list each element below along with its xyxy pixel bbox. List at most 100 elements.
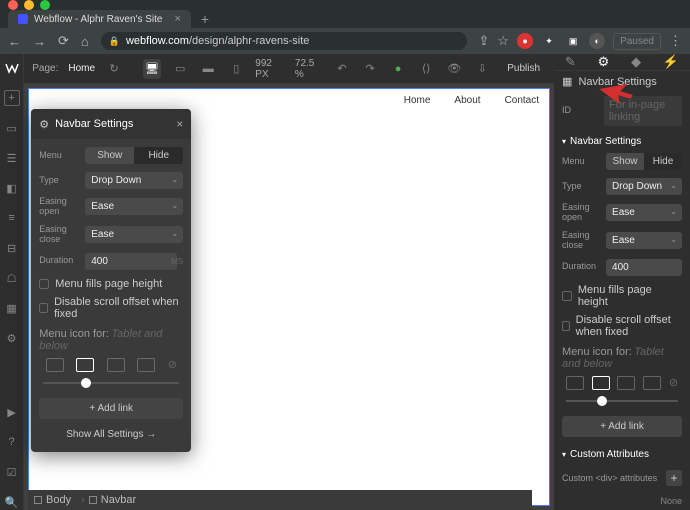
extension-icon-1[interactable]: ● [517,33,533,49]
search-icon[interactable]: 🔍 [4,494,20,510]
device-none-icon[interactable]: ⊘ [168,358,177,372]
fills-label: Menu fills page height [55,278,162,290]
publish-button[interactable]: Publish [501,60,546,77]
rp-duration-label: Duration [562,262,598,272]
avatar-icon[interactable]: ◐ [589,33,605,49]
close-tab-icon[interactable]: × [174,13,180,25]
mobile-landscape-icon[interactable]: ▬ [199,59,217,79]
rp-slider-thumb[interactable] [597,396,607,406]
video-icon[interactable]: ▶ [4,404,20,420]
settings-rail-icon[interactable]: ⚙ [4,330,20,346]
components-icon[interactable]: ◧ [4,180,20,196]
device-tablet-icon[interactable] [76,358,94,372]
forward-button[interactable]: → [33,34,46,49]
menu-icon[interactable]: ⋮ [669,33,682,49]
rp-easing-close-select[interactable]: Ease [606,232,682,249]
navbar-settings-section[interactable]: Navbar Settings [554,130,690,153]
window-max-dot[interactable] [40,0,50,10]
easing-open-select[interactable]: Ease [85,198,183,215]
code-icon[interactable]: ⟨⟩ [417,59,435,79]
canvas[interactable]: Home About Contact ⚙ Navbar Settings × M… [28,88,550,506]
add-element-icon[interactable]: + [4,90,20,106]
canvas-width[interactable]: 992 PX [255,58,285,80]
easing-close-select[interactable]: Ease [85,226,183,243]
puzzle-icon[interactable]: ✦ [541,33,557,49]
url-bar[interactable]: 🔒 webflow.com/design/alphr-ravens-site [101,32,467,50]
style-tab-icon[interactable]: ✎ [565,54,576,70]
mobile-view-icon[interactable]: ▯ [227,59,245,79]
easing-open-label: Easing open [39,197,77,217]
preview-icon[interactable]: 👁 [445,59,463,79]
slider-thumb[interactable] [81,378,91,388]
nav-link-contact[interactable]: Contact [505,95,539,106]
canvas-zoom[interactable]: 72.5 % [295,58,323,80]
revert-icon[interactable]: ↻ [105,59,123,79]
rp-device-desktop-icon[interactable] [566,376,584,390]
home-button[interactable]: ⌂ [81,34,89,49]
rp-device-none-icon[interactable]: ⊘ [669,376,678,390]
custom-attributes-section[interactable]: Custom Attributes [554,443,690,466]
show-all-button[interactable]: Show All Settings → [39,425,183,444]
page-name[interactable]: Home [68,63,95,74]
redo-icon[interactable]: ↷ [361,59,379,79]
device-mobile-icon[interactable] [137,358,155,372]
undo-icon[interactable]: ↶ [333,59,351,79]
window-min-dot[interactable] [24,0,34,10]
device-mobile-l-icon[interactable] [107,358,125,372]
rp-easing-open-select[interactable]: Ease [606,204,682,221]
browser-tab[interactable]: Webflow - Alphr Raven's Site × [8,10,191,28]
rp-add-link-button[interactable]: + Add link [562,416,682,437]
hide-button[interactable]: Hide [134,147,183,164]
audit-icon[interactable]: ☑ [4,464,20,480]
export-icon[interactable]: ⇩ [473,59,491,79]
nav-link-about[interactable]: About [454,95,480,106]
help-icon[interactable]: ? [4,434,20,450]
cms-icon[interactable]: ≡ [4,210,20,226]
new-tab-button[interactable]: + [201,11,209,27]
paused-badge[interactable]: Paused [613,33,661,50]
rp-show-button[interactable]: Show [606,153,644,170]
disable-scroll-checkbox[interactable] [39,303,48,313]
duration-input[interactable]: 400 [85,253,177,270]
reload-button[interactable]: ⟳ [58,33,69,49]
interactions-tab-icon[interactable]: ⚡ [663,54,679,70]
rp-easing-open-label: Easing open [562,203,598,223]
window-close-dot[interactable] [8,0,18,10]
fills-checkbox[interactable] [39,279,49,289]
extension-icon-2[interactable]: ▣ [565,33,581,49]
close-popup-icon[interactable]: × [176,117,183,131]
rp-device-mobile-l-icon[interactable] [617,376,635,390]
device-desktop-icon[interactable] [46,358,64,372]
crumb-navbar[interactable]: Navbar [89,494,146,506]
back-button[interactable]: ← [8,34,21,49]
show-button[interactable]: Show [85,147,134,164]
rp-duration-input[interactable]: 400 [606,259,682,276]
rp-device-tablet-icon[interactable] [592,376,610,390]
users-icon[interactable]: ☖ [4,270,20,286]
star-icon[interactable]: ☆ [497,33,509,49]
pages-icon[interactable]: ▭ [4,120,20,136]
navigator-icon[interactable]: ☰ [4,150,20,166]
navbar-badge-icon: ▦ [562,75,572,88]
share-icon[interactable]: ⇪ [479,33,490,49]
add-link-button[interactable]: + Add link [39,398,183,419]
nav-link-home[interactable]: Home [404,95,431,106]
tablet-view-icon[interactable]: ▭ [171,59,189,79]
status-ok-icon[interactable]: ● [389,59,407,79]
rp-type-select[interactable]: Drop Down [606,178,682,195]
crumb-body[interactable]: Body [34,494,85,506]
desktop-view-icon[interactable]: 🖥 [143,59,161,79]
assets-icon[interactable]: ▦ [4,300,20,316]
rp-disable-checkbox[interactable] [562,321,570,331]
rp-hide-button[interactable]: Hide [644,153,682,170]
rp-device-mobile-icon[interactable] [643,376,661,390]
webflow-logo-icon[interactable] [4,60,20,76]
ecommerce-icon[interactable]: ⊟ [4,240,20,256]
rp-fills-checkbox[interactable] [562,291,572,301]
breakpoint-slider[interactable] [43,382,179,384]
type-select[interactable]: Drop Down [85,172,183,189]
style-manager-icon[interactable]: ◆ [631,54,641,70]
settings-tab-icon[interactable]: ⚙ [598,54,610,70]
rp-breakpoint-slider[interactable] [566,400,678,402]
add-attribute-button[interactable]: + [666,470,682,486]
